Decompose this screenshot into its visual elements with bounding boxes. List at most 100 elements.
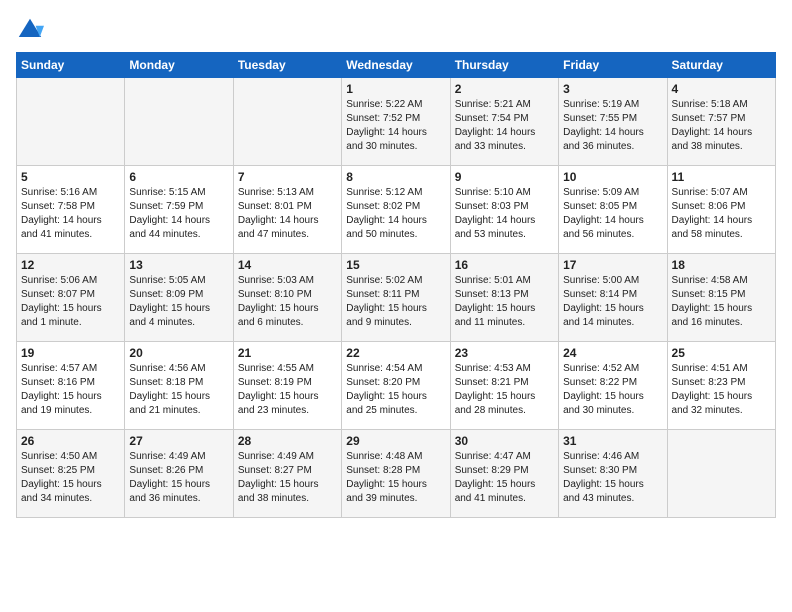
day-info: Sunrise: 4:53 AM Sunset: 8:21 PM Dayligh… — [455, 362, 554, 418]
week-row-4: 26 Sunrise: 4:50 AM Sunset: 8:25 PM Dayli… — [17, 430, 776, 518]
header-day-sunday: Sunday — [17, 53, 125, 78]
day-number: 4 — [672, 82, 771, 96]
week-row-0: 1 Sunrise: 5:22 AM Sunset: 7:52 PM Daylig… — [17, 78, 776, 166]
calendar-cell: 5Sunrise: 5:16 AM Sunset: 7:58 PM Daylig… — [17, 166, 125, 254]
day-info: Sunrise: 5:13 AM Sunset: 8:01 PM Dayligh… — [238, 186, 337, 242]
calendar-cell: 11 Sunrise: 5:07 AM Sunset: 8:06 PM Dayli… — [667, 166, 775, 254]
day-number: 31 — [563, 434, 662, 448]
calendar-cell: 28 Sunrise: 4:49 AM Sunset: 8:27 PM Dayli… — [233, 430, 341, 518]
day-info: Sunrise: 5:02 AM Sunset: 8:11 PM Dayligh… — [346, 274, 445, 330]
calendar-cell: 20Sunrise: 4:56 AM Sunset: 8:18 PM Dayli… — [125, 342, 233, 430]
day-info: Sunrise: 5:03 AM Sunset: 8:10 PM Dayligh… — [238, 274, 337, 330]
calendar-cell — [233, 78, 341, 166]
day-number: 15 — [346, 258, 445, 272]
calendar-cell: 27 Sunrise: 4:49 AM Sunset: 8:26 PM Dayli… — [125, 430, 233, 518]
calendar-cell: 8Sunrise: 5:12 AM Sunset: 8:02 PM Daylig… — [342, 166, 450, 254]
calendar-table: SundayMondayTuesdayWednesdayThursdayFrid… — [16, 52, 776, 518]
calendar-cell: 2 Sunrise: 5:21 AM Sunset: 7:54 PM Daylig… — [450, 78, 558, 166]
calendar-cell: 24Sunrise: 4:52 AM Sunset: 8:22 PM Dayli… — [559, 342, 667, 430]
day-info: Sunrise: 5:00 AM Sunset: 8:14 PM Dayligh… — [563, 274, 662, 330]
day-number: 11 — [672, 170, 771, 184]
logo-icon — [16, 16, 44, 44]
day-number: 7 — [238, 170, 337, 184]
day-info: Sunrise: 4:57 AM Sunset: 8:16 PM Dayligh… — [21, 362, 120, 418]
week-row-2: 12 Sunrise: 5:06 AM Sunset: 8:07 PM Dayli… — [17, 254, 776, 342]
page-header — [16, 16, 776, 44]
header-row: SundayMondayTuesdayWednesdayThursdayFrid… — [17, 53, 776, 78]
day-number: 29 — [346, 434, 445, 448]
calendar-cell: 25Sunrise: 4:51 AM Sunset: 8:23 PM Dayli… — [667, 342, 775, 430]
calendar-cell: 1 Sunrise: 5:22 AM Sunset: 7:52 PM Daylig… — [342, 78, 450, 166]
day-info: Sunrise: 4:49 AM Sunset: 8:27 PM Dayligh… — [238, 450, 337, 506]
day-info: Sunrise: 5:21 AM Sunset: 7:54 PM Dayligh… — [455, 98, 554, 154]
day-number: 14 — [238, 258, 337, 272]
header-day-saturday: Saturday — [667, 53, 775, 78]
day-info: Sunrise: 4:52 AM Sunset: 8:22 PM Dayligh… — [563, 362, 662, 418]
calendar-cell — [125, 78, 233, 166]
calendar-cell: 31Sunrise: 4:46 AM Sunset: 8:30 PM Dayli… — [559, 430, 667, 518]
day-number: 8 — [346, 170, 445, 184]
day-number: 1 — [346, 82, 445, 96]
day-number: 27 — [129, 434, 228, 448]
day-info: Sunrise: 4:56 AM Sunset: 8:18 PM Dayligh… — [129, 362, 228, 418]
day-info: Sunrise: 5:07 AM Sunset: 8:06 PM Dayligh… — [672, 186, 771, 242]
calendar-cell: 13 Sunrise: 5:05 AM Sunset: 8:09 PM Dayli… — [125, 254, 233, 342]
day-number: 2 — [455, 82, 554, 96]
day-info: Sunrise: 4:47 AM Sunset: 8:29 PM Dayligh… — [455, 450, 554, 506]
header-day-tuesday: Tuesday — [233, 53, 341, 78]
day-info: Sunrise: 4:58 AM Sunset: 8:15 PM Dayligh… — [672, 274, 771, 330]
day-info: Sunrise: 5:16 AM Sunset: 7:58 PM Dayligh… — [21, 186, 120, 242]
week-row-1: 5Sunrise: 5:16 AM Sunset: 7:58 PM Daylig… — [17, 166, 776, 254]
calendar-cell: 15 Sunrise: 5:02 AM Sunset: 8:11 PM Dayli… — [342, 254, 450, 342]
calendar-cell: 9 Sunrise: 5:10 AM Sunset: 8:03 PM Daylig… — [450, 166, 558, 254]
day-number: 26 — [21, 434, 120, 448]
calendar-cell: 30 Sunrise: 4:47 AM Sunset: 8:29 PM Dayli… — [450, 430, 558, 518]
day-number: 19 — [21, 346, 120, 360]
day-info: Sunrise: 5:05 AM Sunset: 8:09 PM Dayligh… — [129, 274, 228, 330]
day-number: 13 — [129, 258, 228, 272]
calendar-cell — [17, 78, 125, 166]
calendar-cell: 22Sunrise: 4:54 AM Sunset: 8:20 PM Dayli… — [342, 342, 450, 430]
day-info: Sunrise: 5:15 AM Sunset: 7:59 PM Dayligh… — [129, 186, 228, 242]
day-info: Sunrise: 5:06 AM Sunset: 8:07 PM Dayligh… — [21, 274, 120, 330]
day-info: Sunrise: 5:09 AM Sunset: 8:05 PM Dayligh… — [563, 186, 662, 242]
day-info: Sunrise: 5:01 AM Sunset: 8:13 PM Dayligh… — [455, 274, 554, 330]
day-number: 10 — [563, 170, 662, 184]
calendar-cell: 19 Sunrise: 4:57 AM Sunset: 8:16 PM Dayli… — [17, 342, 125, 430]
day-info: Sunrise: 4:49 AM Sunset: 8:26 PM Dayligh… — [129, 450, 228, 506]
calendar-cell: 4 Sunrise: 5:18 AM Sunset: 7:57 PM Daylig… — [667, 78, 775, 166]
day-number: 16 — [455, 258, 554, 272]
calendar-cell: 12 Sunrise: 5:06 AM Sunset: 8:07 PM Dayli… — [17, 254, 125, 342]
day-number: 18 — [672, 258, 771, 272]
calendar-cell: 14 Sunrise: 5:03 AM Sunset: 8:10 PM Dayli… — [233, 254, 341, 342]
day-info: Sunrise: 5:10 AM Sunset: 8:03 PM Dayligh… — [455, 186, 554, 242]
day-number: 28 — [238, 434, 337, 448]
header-day-thursday: Thursday — [450, 53, 558, 78]
day-number: 17 — [563, 258, 662, 272]
calendar-cell: 3 Sunrise: 5:19 AM Sunset: 7:55 PM Daylig… — [559, 78, 667, 166]
calendar-cell — [667, 430, 775, 518]
day-number: 12 — [21, 258, 120, 272]
day-info: Sunrise: 4:54 AM Sunset: 8:20 PM Dayligh… — [346, 362, 445, 418]
header-day-friday: Friday — [559, 53, 667, 78]
calendar-cell: 21 Sunrise: 4:55 AM Sunset: 8:19 PM Dayli… — [233, 342, 341, 430]
calendar-cell: 10 Sunrise: 5:09 AM Sunset: 8:05 PM Dayli… — [559, 166, 667, 254]
day-number: 9 — [455, 170, 554, 184]
day-info: Sunrise: 4:50 AM Sunset: 8:25 PM Dayligh… — [21, 450, 120, 506]
day-number: 21 — [238, 346, 337, 360]
day-info: Sunrise: 4:55 AM Sunset: 8:19 PM Dayligh… — [238, 362, 337, 418]
calendar-cell: 29Sunrise: 4:48 AM Sunset: 8:28 PM Dayli… — [342, 430, 450, 518]
day-number: 30 — [455, 434, 554, 448]
day-info: Sunrise: 4:51 AM Sunset: 8:23 PM Dayligh… — [672, 362, 771, 418]
day-info: Sunrise: 5:19 AM Sunset: 7:55 PM Dayligh… — [563, 98, 662, 154]
day-number: 3 — [563, 82, 662, 96]
calendar-cell: 6Sunrise: 5:15 AM Sunset: 7:59 PM Daylig… — [125, 166, 233, 254]
calendar-cell: 7 Sunrise: 5:13 AM Sunset: 8:01 PM Daylig… — [233, 166, 341, 254]
day-info: Sunrise: 5:18 AM Sunset: 7:57 PM Dayligh… — [672, 98, 771, 154]
header-day-wednesday: Wednesday — [342, 53, 450, 78]
week-row-3: 19 Sunrise: 4:57 AM Sunset: 8:16 PM Dayli… — [17, 342, 776, 430]
header-day-monday: Monday — [125, 53, 233, 78]
day-number: 23 — [455, 346, 554, 360]
calendar-cell: 17 Sunrise: 5:00 AM Sunset: 8:14 PM Dayli… — [559, 254, 667, 342]
day-info: Sunrise: 5:22 AM Sunset: 7:52 PM Dayligh… — [346, 98, 445, 154]
